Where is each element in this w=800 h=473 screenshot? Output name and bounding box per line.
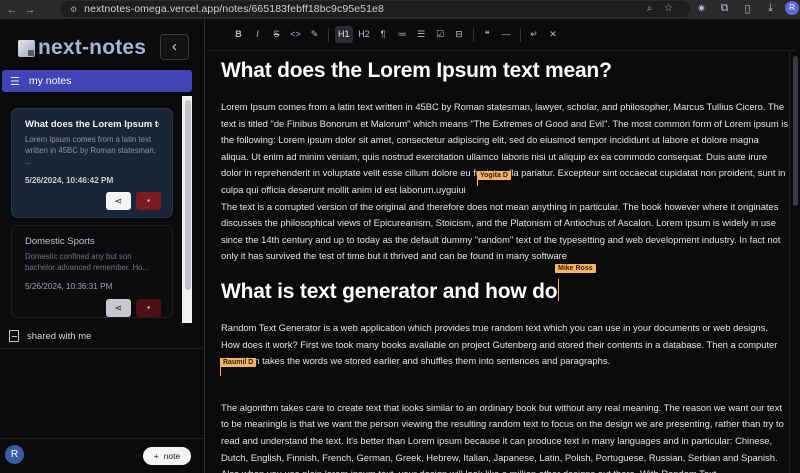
paragraph: The text is a corrupted version of the o… bbox=[221, 200, 781, 262]
note-snippet: Lorem Ipsum comes from a latin text writ… bbox=[25, 135, 156, 166]
clear-format-button[interactable]: ✕ bbox=[546, 26, 561, 43]
note-title: What does the Lorem Ipsum te... bbox=[25, 119, 159, 130]
code-block-button[interactable]: ⊟ bbox=[452, 26, 467, 43]
share-icon: ⋖ bbox=[114, 303, 123, 313]
notes-scroll-thumb[interactable] bbox=[185, 100, 191, 290]
heading-2: What is text generator and how do bbox=[221, 278, 789, 306]
zoom-icon[interactable]: ⌕ bbox=[640, 3, 659, 14]
my-notes-label: my notes bbox=[28, 75, 72, 87]
shared-notes-icon bbox=[9, 330, 19, 342]
divider bbox=[0, 438, 204, 439]
code-button[interactable]: <> bbox=[288, 26, 303, 43]
address-bar[interactable]: ⚙ nextnotes-omega.vercel.app/notes/66518… bbox=[60, 1, 690, 17]
download-icon[interactable]: ⤓ bbox=[759, 2, 782, 15]
strike-button[interactable]: S bbox=[269, 26, 284, 43]
note-title: Domestic Sports bbox=[25, 236, 95, 247]
share-icon: ⋖ bbox=[114, 196, 123, 206]
ordered-list-button[interactable]: ☰ bbox=[414, 26, 429, 43]
toolbar-separator bbox=[472, 27, 474, 42]
extension-icon[interactable]: ✷ bbox=[690, 2, 713, 15]
trash-icon: ▪ bbox=[147, 303, 150, 312]
horizontal-rule-button[interactable]: — bbox=[499, 26, 514, 43]
collaborator-cursor bbox=[558, 278, 560, 301]
logo-icon bbox=[18, 39, 35, 57]
hard-break-button[interactable]: ↵ bbox=[527, 26, 542, 43]
share-note-button[interactable]: ⋖ bbox=[106, 192, 131, 210]
heading-2-text: What is text generator and how do bbox=[221, 279, 558, 303]
note-date: 5/26/2024, 10:36:31 PM bbox=[25, 282, 113, 291]
share-note-button[interactable]: ⋖ bbox=[106, 299, 131, 317]
note-card[interactable]: What does the Lorem Ipsum te... Lorem Ip… bbox=[11, 108, 173, 218]
back-arrow-icon[interactable]: ← bbox=[3, 4, 21, 16]
add-note-label: note bbox=[163, 451, 181, 461]
paragraph: Lorem Ipsum comes from a latin text writ… bbox=[221, 101, 789, 195]
note-snippet: Domestic confined any but son bachelor a… bbox=[25, 252, 149, 272]
shared-label: shared with me bbox=[27, 330, 92, 342]
collapse-sidebar-button[interactable]: ‹ bbox=[160, 34, 189, 60]
list-icon: ☰ bbox=[10, 75, 20, 88]
delete-note-button[interactable]: ▪ bbox=[136, 299, 161, 317]
note-editor: B I S <> ✎ H1 H2 ¶ ≔ ☰ ☑ ⊟ ❝ — ↵ ✕ What … bbox=[206, 19, 800, 473]
note-card[interactable]: Domestic Sports Domestic confined any bu… bbox=[11, 225, 173, 318]
heading-1: What does the Lorem Ipsum text mean? bbox=[221, 59, 612, 82]
url-text: nextnotes-omega.vercel.app/notes/665183f… bbox=[84, 3, 384, 15]
trash-icon: ▪ bbox=[147, 196, 150, 205]
highlight-button[interactable]: ✎ bbox=[307, 26, 322, 43]
collaborator-flag: Mike Ross bbox=[555, 264, 596, 273]
profile-avatar[interactable]: R bbox=[785, 1, 799, 15]
user-avatar[interactable]: R bbox=[5, 445, 24, 464]
collaborator-flag: Raumil D bbox=[220, 358, 257, 367]
paragraph-button[interactable]: ¶ bbox=[376, 26, 391, 43]
app-logo[interactable]: next-notes bbox=[18, 36, 146, 60]
sidebar: next-notes ‹ ☰ my notes What does the Lo… bbox=[0, 19, 205, 473]
bullet-list-button[interactable]: ≔ bbox=[395, 26, 410, 43]
note-date: 5/26/2024, 10:46:42 PM bbox=[25, 176, 114, 185]
bookmark-star-icon[interactable]: ☆ bbox=[659, 3, 678, 14]
toolbar-separator bbox=[328, 27, 329, 42]
paragraph: The algorithm takes care to create text … bbox=[221, 401, 784, 473]
collaborator-flag: Yogita D bbox=[477, 171, 511, 180]
heading1-button[interactable]: H1 bbox=[335, 26, 353, 43]
toolbar-separator bbox=[519, 27, 521, 42]
add-note-button[interactable]: + note bbox=[143, 447, 191, 465]
browser-toolbar: ← → ⚙ nextnotes-omega.vercel.app/notes/6… bbox=[0, 0, 800, 19]
sidebar-item-shared[interactable]: shared with me bbox=[9, 330, 91, 342]
paragraph: Random Text Generator is a web applicati… bbox=[221, 321, 778, 367]
divider bbox=[0, 348, 204, 349]
bold-button[interactable]: B bbox=[231, 26, 246, 43]
sidebar-panel-icon[interactable]: ▯ bbox=[736, 2, 759, 15]
sidebar-item-my-notes[interactable]: ☰ my notes bbox=[2, 70, 192, 92]
editor-scrollbar[interactable] bbox=[789, 52, 800, 473]
italic-button[interactable]: I bbox=[250, 26, 265, 43]
site-info-icon[interactable]: ⚙ bbox=[70, 5, 77, 14]
heading2-button[interactable]: H2 bbox=[357, 26, 372, 43]
puzzle-icon[interactable]: ⧉ bbox=[713, 2, 736, 15]
forward-arrow-icon[interactable]: → bbox=[21, 4, 39, 16]
task-list-button[interactable]: ☑ bbox=[433, 26, 448, 43]
app-name: next-notes bbox=[38, 36, 147, 59]
editor-content[interactable]: What does the Lorem Ipsum text mean? Lor… bbox=[221, 57, 789, 473]
editor-toolbar: B I S <> ✎ H1 H2 ¶ ≔ ☰ ☑ ⊟ ❝ — ↵ ✕ bbox=[206, 19, 796, 51]
notes-list[interactable]: What does the Lorem Ipsum te... Lorem Ip… bbox=[2, 96, 192, 323]
delete-note-button[interactable]: ▪ bbox=[136, 192, 161, 210]
plus-icon: + bbox=[153, 451, 159, 461]
blockquote-button[interactable]: ❝ bbox=[480, 26, 495, 43]
editor-scroll-thumb[interactable] bbox=[793, 56, 798, 206]
